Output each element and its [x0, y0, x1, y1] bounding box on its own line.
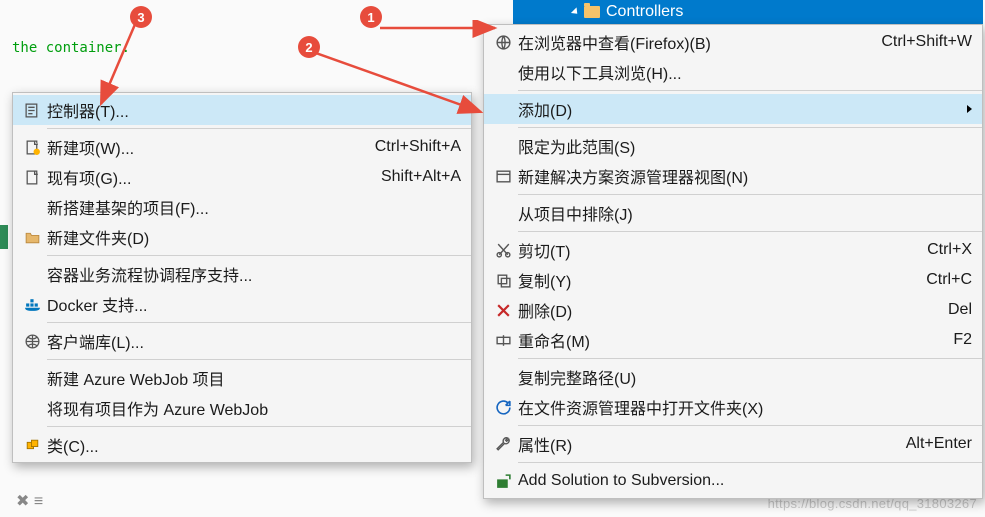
menu-separator: [518, 90, 982, 91]
menu-copy-path[interactable]: 复制完整路径(U): [484, 362, 982, 392]
menu-shortcut: Del: [948, 301, 972, 319]
menu-shortcut: Ctrl+Shift+W: [881, 33, 972, 51]
window-icon: [488, 168, 518, 185]
menu-label: 现有项(G)...: [47, 165, 369, 189]
menu-separator: [518, 231, 982, 232]
menu-cut[interactable]: 剪切(T) Ctrl+X: [484, 235, 982, 265]
menu-separator: [47, 322, 471, 323]
wrench-icon: [488, 436, 518, 453]
menu-shortcut: F2: [953, 331, 972, 349]
menu-label: 从项目中排除(J): [518, 201, 972, 225]
menu-label: 使用以下工具浏览(H)...: [518, 60, 972, 84]
menu-new-folder[interactable]: 新建文件夹(D): [13, 222, 471, 252]
menu-container-orchestration[interactable]: 容器业务流程协调程序支持...: [13, 259, 471, 289]
menu-separator: [47, 359, 471, 360]
menu-label: 在浏览器中查看(Firefox)(B): [518, 30, 869, 54]
menu-exclude[interactable]: 从项目中排除(J): [484, 198, 982, 228]
menu-label: Docker 支持...: [47, 292, 461, 316]
menu-properties[interactable]: 属性(R) Alt+Enter: [484, 429, 982, 459]
menu-label: 类(C)...: [47, 433, 461, 457]
menu-delete[interactable]: 删除(D) Del: [484, 295, 982, 325]
menu-add[interactable]: 添加(D): [484, 94, 982, 124]
menu-separator: [518, 127, 982, 128]
menu-label: 新搭建基架的项目(F)...: [47, 195, 461, 219]
menu-separator: [518, 194, 982, 195]
menu-label: Add Solution to Subversion...: [518, 472, 972, 490]
status-bar-icons: ✖ ≡: [16, 491, 43, 511]
menu-label: 将现有项目作为 Azure WebJob: [47, 396, 461, 420]
menu-label: 重命名(M): [518, 328, 941, 352]
menu-separator: [518, 462, 982, 463]
menu-scaffolded-item[interactable]: 新搭建基架的项目(F)...: [13, 192, 471, 222]
menu-shortcut: Alt+Enter: [906, 435, 972, 453]
menu-label: 新建解决方案资源管理器视图(N): [518, 164, 972, 188]
menu-label: 新建文件夹(D): [47, 225, 461, 249]
menu-label: 新建项(W)...: [47, 135, 363, 159]
menu-docker-support[interactable]: Docker 支持...: [13, 289, 471, 319]
menu-class[interactable]: 类(C)...: [13, 430, 471, 460]
context-menu-right: 在浏览器中查看(Firefox)(B) Ctrl+Shift+W 使用以下工具浏…: [483, 24, 983, 499]
menu-shortcut: Ctrl+X: [927, 241, 972, 259]
menu-shortcut: Shift+Alt+A: [381, 168, 461, 186]
existing-item-icon: [17, 169, 47, 186]
menu-separator: [518, 358, 982, 359]
menu-new-item[interactable]: 新建项(W)... Ctrl+Shift+A: [13, 132, 471, 162]
menu-shortcut: Ctrl+Shift+A: [375, 138, 461, 156]
new-folder-icon: [17, 229, 47, 246]
annotation-badge-2: 2: [298, 36, 320, 58]
menu-separator: [47, 255, 471, 256]
menu-rename[interactable]: 重命名(M) F2: [484, 325, 982, 355]
menu-existing-azure-webjob[interactable]: 将现有项目作为 Azure WebJob: [13, 393, 471, 423]
menu-existing-item[interactable]: 现有项(G)... Shift+Alt+A: [13, 162, 471, 192]
docker-icon: [17, 296, 47, 313]
globe-icon: [17, 333, 47, 350]
menu-client-library[interactable]: 客户端库(L)...: [13, 326, 471, 356]
menu-label: 客户端库(L)...: [47, 329, 461, 353]
menu-label: 限定为此范围(S): [518, 134, 972, 158]
annotation-badge-3: 3: [130, 6, 152, 28]
controller-icon: [17, 102, 47, 119]
menu-label: 属性(R): [518, 432, 894, 456]
annotation-arrow-2: [316, 48, 496, 128]
menu-view-in-browser[interactable]: 在浏览器中查看(Firefox)(B) Ctrl+Shift+W: [484, 27, 982, 57]
annotation-badge-1: 1: [360, 6, 382, 28]
menu-label: 复制完整路径(U): [518, 365, 972, 389]
menu-add-svn[interactable]: Add Solution to Subversion...: [484, 466, 982, 496]
folder-icon: [584, 6, 600, 18]
delete-icon: [488, 302, 518, 319]
menu-label: 在文件资源管理器中打开文件夹(X): [518, 395, 972, 419]
annotation-arrow-1: [380, 20, 510, 40]
expand-arrow-icon: [571, 7, 580, 16]
menu-browse-with[interactable]: 使用以下工具浏览(H)...: [484, 57, 982, 87]
menu-label: 删除(D): [518, 298, 936, 322]
class-icon: [17, 437, 47, 454]
svn-icon: [488, 473, 518, 490]
annotation-arrow-3: [96, 22, 146, 122]
cut-icon: [488, 242, 518, 259]
context-menu-left: 控制器(T)... 新建项(W)... Ctrl+Shift+A 现有项(G).…: [12, 92, 472, 463]
menu-shortcut: Ctrl+C: [926, 271, 972, 289]
menu-new-azure-webjob[interactable]: 新建 Azure WebJob 项目: [13, 363, 471, 393]
rename-icon: [488, 332, 518, 349]
menu-scope-to-this[interactable]: 限定为此范围(S): [484, 131, 982, 161]
menu-open-in-explorer[interactable]: 在文件资源管理器中打开文件夹(X): [484, 392, 982, 422]
menu-label: 复制(Y): [518, 268, 914, 292]
gutter-marker: [0, 225, 8, 249]
new-item-icon: [17, 139, 47, 156]
menu-separator: [47, 128, 471, 129]
menu-copy[interactable]: 复制(Y) Ctrl+C: [484, 265, 982, 295]
menu-separator: [518, 425, 982, 426]
menu-separator: [47, 426, 471, 427]
copy-icon: [488, 272, 518, 289]
solution-item-controllers[interactable]: Controllers: [513, 0, 983, 24]
menu-label: 新建 Azure WebJob 项目: [47, 366, 461, 390]
solution-item-label: Controllers: [606, 3, 683, 21]
menu-new-sln-view[interactable]: 新建解决方案资源管理器视图(N): [484, 161, 982, 191]
menu-label: 容器业务流程协调程序支持...: [47, 262, 461, 286]
open-folder-icon: [488, 399, 518, 416]
menu-label: 添加(D): [518, 97, 972, 121]
menu-label: 剪切(T): [518, 238, 915, 262]
